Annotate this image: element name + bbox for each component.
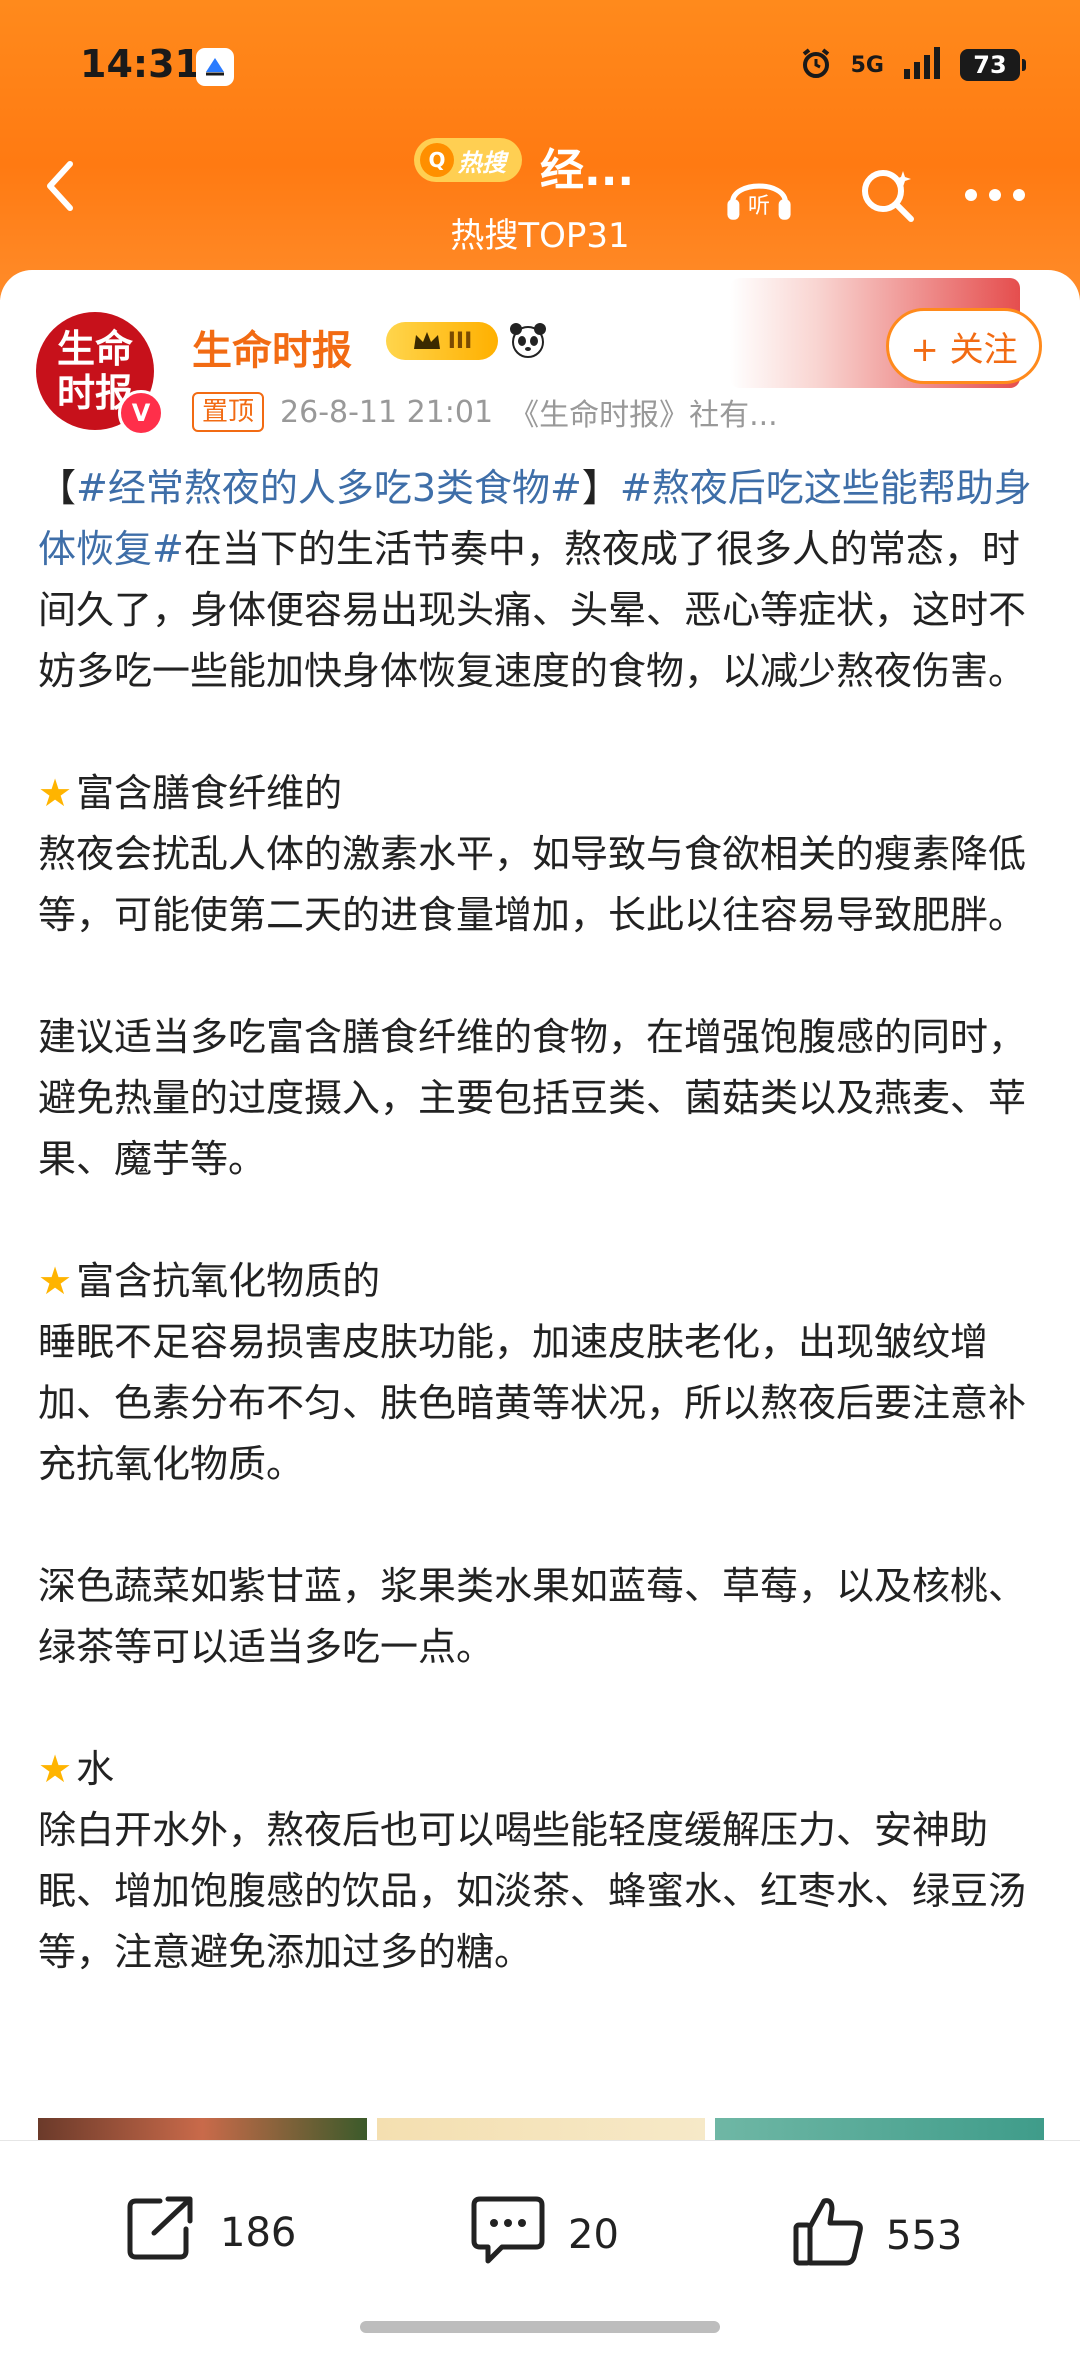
hashtag-link[interactable]: #经常熬夜的人多吃3类食物# [76,466,582,510]
pinned-badge: 置顶 [192,392,265,432]
follow-button[interactable]: + 关注 [886,308,1042,384]
search-icon[interactable] [852,160,922,230]
network-type: 5G [850,52,884,78]
section-paragraph: 熬夜会扰乱人体的激素水平，如导致与食欲相关的瘦素降低等，可能使第二天的进食量增加… [38,832,1027,937]
signal-icon [902,47,942,83]
like-icon [790,2193,866,2279]
share-icon [124,2193,200,2273]
bracket-close: 】 [581,466,620,510]
section-paragraph: 建议适当多吃富含膳食纤维的食物，在增强饱腹感的同时，避免热量的过度摄入，主要包括… [38,1015,1027,1181]
section-paragraph: 深色蔬菜如紫甘蓝，浆果类水果如蓝莓、草莓，以及核桃、绿茶等可以适当多吃一点。 [38,1564,1027,1669]
share-count: 186 [220,2210,297,2256]
hot-search-label: 热搜 [458,148,506,177]
nav-bar: Q 热搜 经... 热搜TOP31 听 [0,130,1080,260]
level-badge: III [447,328,473,354]
comment-count: 20 [568,2212,619,2258]
status-bar: 14:31 5G 73 [0,0,1080,140]
status-icons: 5G 73 [799,46,1026,84]
like-button[interactable]: 553 [790,2193,962,2279]
section-heading: ★ 水 [38,1739,1048,1800]
alarm-icon [799,46,833,84]
comment-button[interactable]: 20 [468,2193,619,2277]
more-icon[interactable] [960,160,1030,230]
comment-icon [468,2193,548,2277]
crown-icon: III [386,322,498,360]
section-paragraph: 除白开水外，熬夜后也可以喝些能轻度缓解压力、安神助眠、增加饱腹感的饮品，如淡茶、… [38,1808,1027,1974]
post-timestamp: 26-8-11 21:01 [280,394,494,430]
post-source: 《生命时报》社有... [509,398,778,433]
page-title: 经... [540,145,635,196]
section-heading-text: 富含抗氧化物质的 [76,1259,381,1303]
post-image-thumbnail[interactable] [376,2118,706,2140]
section-heading-text: 水 [76,1747,115,1791]
avatar-text-line1: 生命 [56,326,133,371]
section-heading: ★ 富含抗氧化物质的 [38,1251,1048,1312]
like-count: 553 [886,2213,963,2259]
section-heading: ★ 富含膳食纤维的 [38,763,1048,824]
post-image-thumbnail[interactable] [38,2118,367,2140]
bracket-open: 【 [38,466,77,510]
star-icon: ★ [38,1259,73,1303]
post-card: 生命 时报 V 生命时报 III + 关注 置顶 26-8-11 21:01 《… [0,270,1080,2140]
verified-badge: V [118,390,164,436]
app-notification-icon [196,48,234,86]
headphones-icon[interactable]: 听 [724,160,794,230]
star-icon: ★ [38,771,73,815]
bottom-action-bar: 186 20 553 [0,2140,1080,2355]
share-button[interactable]: 186 [124,2193,296,2273]
intro-text: 在当下的生活节奏中，熬夜成了很多人的常态，时间久了，身体便容易出现头痛、头晕、恶… [38,527,1027,693]
section-paragraph: 睡眠不足容易损害皮肤功能，加速皮肤老化，出现皱纹增加、色素分布不匀、肤色暗黄等状… [38,1320,1027,1486]
post-meta: 置顶 26-8-11 21:01 《生命时报》社有... [192,390,778,434]
top-header: 14:31 5G 73 Q 热搜 经... 热搜TOP31 听 [0,0,1080,300]
panda-icon [508,320,548,369]
battery-indicator: 73 [960,49,1026,81]
section-heading-text: 富含膳食纤维的 [76,771,343,815]
image-grid [38,2118,1045,2140]
intro-paragraph: 【#经常熬夜的人多吃3类食物#】#熬夜后吃这些能帮助身体恢复#在当下的生活节奏中… [38,458,1048,702]
back-icon[interactable] [30,156,90,216]
hot-search-icon: Q [420,143,454,177]
author-name[interactable]: 生命时报 [192,318,352,376]
post-body: 【#经常熬夜的人多吃3类食物#】#熬夜后吃这些能帮助身体恢复#在当下的生活节奏中… [38,458,1048,1983]
listen-label: 听 [748,193,770,219]
home-indicator[interactable] [360,2321,720,2333]
star-icon: ★ [38,1747,73,1791]
status-time: 14:31 [80,42,201,86]
post-image-thumbnail[interactable] [715,2118,1045,2140]
hot-search-badge: Q 热搜 [414,138,522,182]
